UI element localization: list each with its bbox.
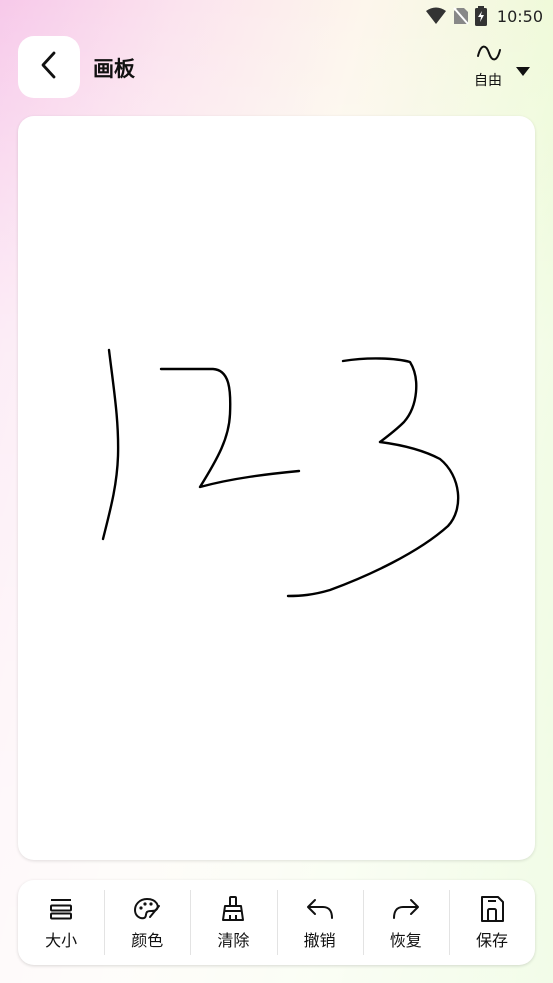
- back-button[interactable]: [18, 36, 80, 98]
- clear-button[interactable]: 清除: [190, 880, 276, 965]
- undo-label: 撤销: [303, 930, 336, 950]
- app-bar: 画板 自由: [0, 36, 553, 98]
- save-button[interactable]: 保存: [448, 880, 535, 965]
- drawn-strokes: [101, 348, 460, 598]
- caret-down-icon: [516, 61, 530, 80]
- status-bar: 10:50: [0, 0, 553, 32]
- free-draw-wave-icon: [476, 44, 502, 66]
- undo-icon: [306, 895, 334, 923]
- drawing-canvas[interactable]: [18, 116, 535, 860]
- color-button[interactable]: 颜色: [104, 880, 190, 965]
- size-button[interactable]: 大小: [18, 880, 104, 965]
- save-label: 保存: [475, 930, 508, 950]
- palette-icon: [133, 895, 161, 923]
- stroke-digit-3: [286, 357, 460, 598]
- broom-icon: [219, 895, 247, 923]
- redo-button[interactable]: 恢复: [362, 880, 449, 965]
- redo-label: 恢复: [389, 930, 422, 950]
- stroke-digit-1: [101, 348, 120, 541]
- draw-mode-selector[interactable]: 自由: [473, 42, 533, 92]
- page-title: 画板: [93, 57, 135, 81]
- save-icon: [478, 895, 506, 923]
- clear-label: 清除: [217, 930, 250, 950]
- bottom-toolbar: 大小 颜色 清除 撤销 恢复 保存: [18, 880, 535, 965]
- redo-icon: [392, 895, 420, 923]
- stroke-digit-2: [159, 367, 301, 489]
- chevron-left-icon: [39, 50, 59, 84]
- draw-mode-label: 自由: [474, 73, 502, 89]
- color-label: 颜色: [131, 930, 164, 950]
- wifi-icon: [425, 7, 447, 25]
- clock: 10:50: [496, 6, 543, 26]
- size-label: 大小: [45, 930, 78, 950]
- size-lines-icon: [47, 895, 75, 923]
- battery-charging-icon: [474, 6, 487, 26]
- no-sim-icon: [453, 7, 469, 25]
- undo-button[interactable]: 撤销: [276, 880, 363, 965]
